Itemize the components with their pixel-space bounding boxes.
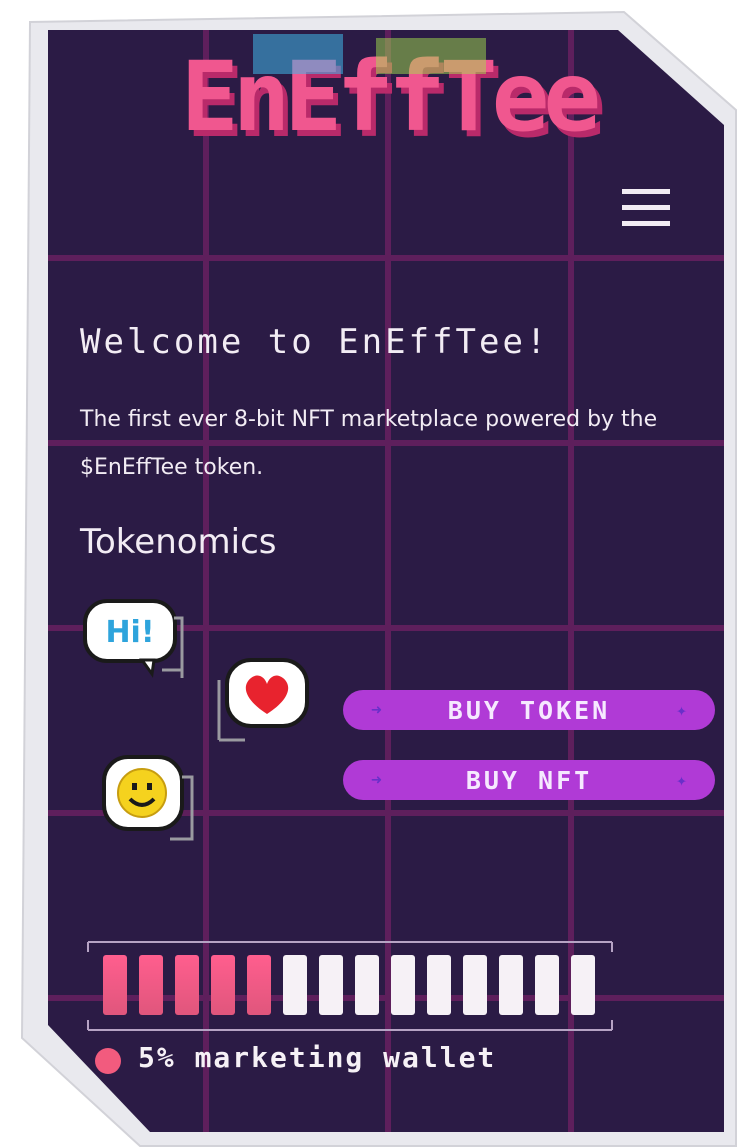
arrow-right-icon: ➜	[371, 699, 382, 721]
progress-segment-empty	[427, 955, 451, 1015]
progress-segment-empty	[535, 955, 559, 1015]
buy-nft-label: BUY NFT	[465, 765, 593, 795]
progress-segment-filled	[211, 955, 235, 1015]
hamburger-menu-icon[interactable]	[618, 183, 674, 235]
progress-segment-empty	[463, 955, 487, 1015]
welcome-title: Welcome to EnEffTee!	[80, 322, 550, 362]
progress-segment-empty	[499, 955, 523, 1015]
progress-segment-empty	[283, 955, 307, 1015]
grid-line	[48, 255, 724, 261]
heart-speech-bubble-icon	[217, 658, 309, 742]
progress-segment-filled	[247, 955, 271, 1015]
smiley-icon	[117, 768, 167, 818]
progress-segment-empty	[319, 955, 343, 1015]
buy-nft-button[interactable]: ➜ BUY NFT ✦	[343, 760, 715, 800]
progress-segment-filled	[103, 955, 127, 1015]
tokenomics-heading: Tokenomics	[80, 522, 277, 562]
menu-bar	[622, 189, 670, 194]
menu-bar	[622, 221, 670, 226]
buy-token-label: BUY TOKEN	[447, 695, 611, 725]
marketing-wallet-label: 5% marketing wallet	[138, 1041, 497, 1074]
progress-segment-filled	[139, 955, 163, 1015]
progress-segment-empty	[391, 955, 415, 1015]
eneffee-logo: EnEffTee EnEffTee	[181, 34, 608, 140]
buy-token-button[interactable]: ➜ BUY TOKEN ✦	[343, 690, 715, 730]
hi-text: Hi!	[105, 615, 154, 650]
arrow-left-icon: ✦	[676, 769, 687, 791]
smiley-speech-bubble-icon	[102, 755, 194, 841]
progress-segment-empty	[571, 955, 595, 1015]
intro-text: The first ever 8-bit NFT marketplace pow…	[80, 407, 658, 480]
marketing-wallet-legend-dot	[95, 1048, 121, 1074]
progress-segment-filled	[175, 955, 199, 1015]
arrow-left-icon: ✦	[676, 699, 687, 721]
app-screen: EnEffTee EnEffTee Welcome to EnEffTee! T…	[48, 30, 724, 1132]
menu-bar	[622, 205, 670, 210]
arrow-right-icon: ➜	[371, 769, 382, 791]
hi-speech-bubble-icon: Hi!	[83, 599, 184, 678]
progress-segment-empty	[355, 955, 379, 1015]
